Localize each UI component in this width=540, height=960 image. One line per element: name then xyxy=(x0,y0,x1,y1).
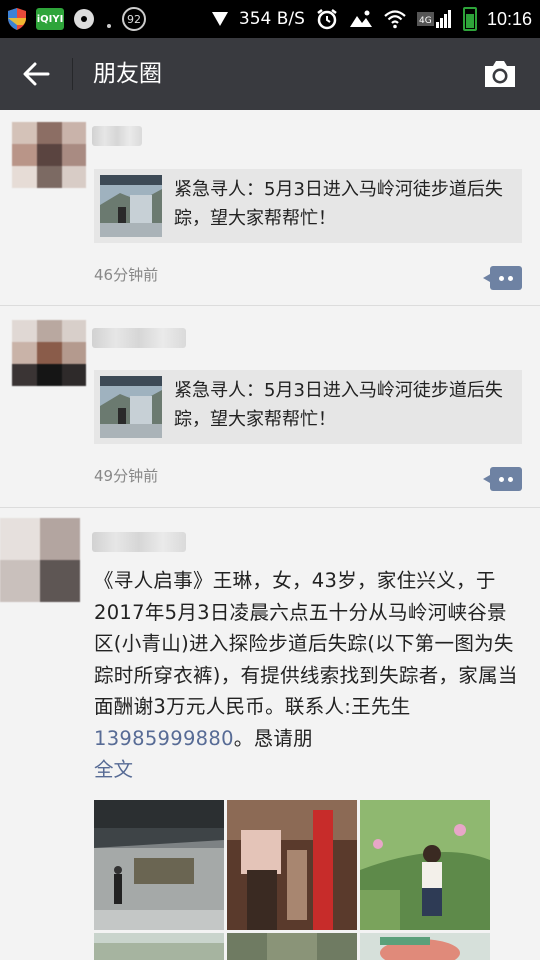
post-body-text: 《寻人启事》王琳，女，43岁，家住兴义，于2017年5月3日凌晨六点五十分从马岭… xyxy=(94,565,526,754)
post-photo[interactable] xyxy=(360,800,490,930)
status-bar: iQIYI 92 354 B/S 4G 10:16 xyxy=(0,0,540,38)
wifi-down-icon xyxy=(211,11,229,27)
arrow-left-icon xyxy=(23,62,50,86)
full-text-link[interactable]: 全文 xyxy=(94,753,133,782)
shared-link-card[interactable]: 紧急寻人：5月3日进入马岭河徒步道后失踪，望大家帮帮忙！ xyxy=(94,370,522,444)
camera-button[interactable] xyxy=(482,58,518,90)
shared-link-thumbnail xyxy=(100,175,162,237)
moments-feed[interactable]: 紧急寻人：5月3日进入马岭河徒步道后失踪，望大家帮帮忙！ 46分钟前 紧急寻人：… xyxy=(0,110,540,960)
moment-post: 紧急寻人：5月3日进入马岭河徒步道后失踪，望大家帮帮忙！ 49分钟前 xyxy=(0,306,540,508)
gallery-icon xyxy=(349,9,373,29)
network-speed: 354 B/S xyxy=(238,9,305,29)
shared-link-title: 紧急寻人：5月3日进入马岭河徒步道后失踪，望大家帮帮忙！ xyxy=(174,380,503,430)
back-button[interactable] xyxy=(12,56,60,92)
comment-button[interactable] xyxy=(483,467,522,491)
avatar[interactable] xyxy=(0,518,80,602)
more-dots-icon xyxy=(104,7,114,31)
post-time: 49分钟前 xyxy=(94,467,159,485)
post-body-content: 《寻人启事》王琳，女，43岁，家住兴义，于2017年5月3日凌晨六点五十分从马岭… xyxy=(94,569,518,718)
moment-post: 紧急寻人：5月3日进入马岭河徒步道后失踪，望大家帮帮忙！ 46分钟前 xyxy=(0,110,540,306)
nickname-blurred[interactable] xyxy=(92,126,142,146)
shield-icon xyxy=(6,7,28,31)
post-photo[interactable] xyxy=(94,800,224,930)
network-type-label: 4G xyxy=(419,16,432,26)
post-photo[interactable] xyxy=(360,933,490,960)
signal-4g-icon: 4G xyxy=(416,8,453,30)
post-photo[interactable] xyxy=(94,933,224,960)
page-title: 朋友圈 xyxy=(93,61,162,87)
wifi-icon xyxy=(383,9,407,29)
battery-icon xyxy=(462,7,477,31)
avatar[interactable] xyxy=(12,122,86,188)
shared-link-card[interactable]: 紧急寻人：5月3日进入马岭河徒步道后失踪，望大家帮帮忙！ xyxy=(94,169,522,243)
post-time: 46分钟前 xyxy=(94,266,159,284)
avatar[interactable] xyxy=(12,320,86,386)
alarm-clock-icon xyxy=(315,7,339,31)
clock-time: 10:16 xyxy=(486,8,532,29)
shared-link-title: 紧急寻人：5月3日进入马岭河徒步道后失踪，望大家帮帮忙！ xyxy=(174,179,503,229)
comment-button[interactable] xyxy=(483,266,522,290)
top-navigation-bar: 朋友圈 xyxy=(0,38,540,110)
nickname-blurred[interactable] xyxy=(92,328,186,348)
iqiyi-app-icon: iQIYI xyxy=(36,8,64,30)
post-photo[interactable] xyxy=(227,933,357,960)
shared-link-thumbnail xyxy=(100,376,162,438)
disc-icon xyxy=(72,7,96,31)
notification-count-badge: 92 xyxy=(122,7,146,31)
camera-icon xyxy=(485,61,515,87)
header-divider xyxy=(72,58,73,90)
phone-number-link[interactable]: 13985999880 xyxy=(94,727,234,750)
post-body-tail: 。恳请朋 xyxy=(233,726,313,750)
post-photo[interactable] xyxy=(227,800,357,930)
nickname-blurred[interactable] xyxy=(92,532,186,552)
